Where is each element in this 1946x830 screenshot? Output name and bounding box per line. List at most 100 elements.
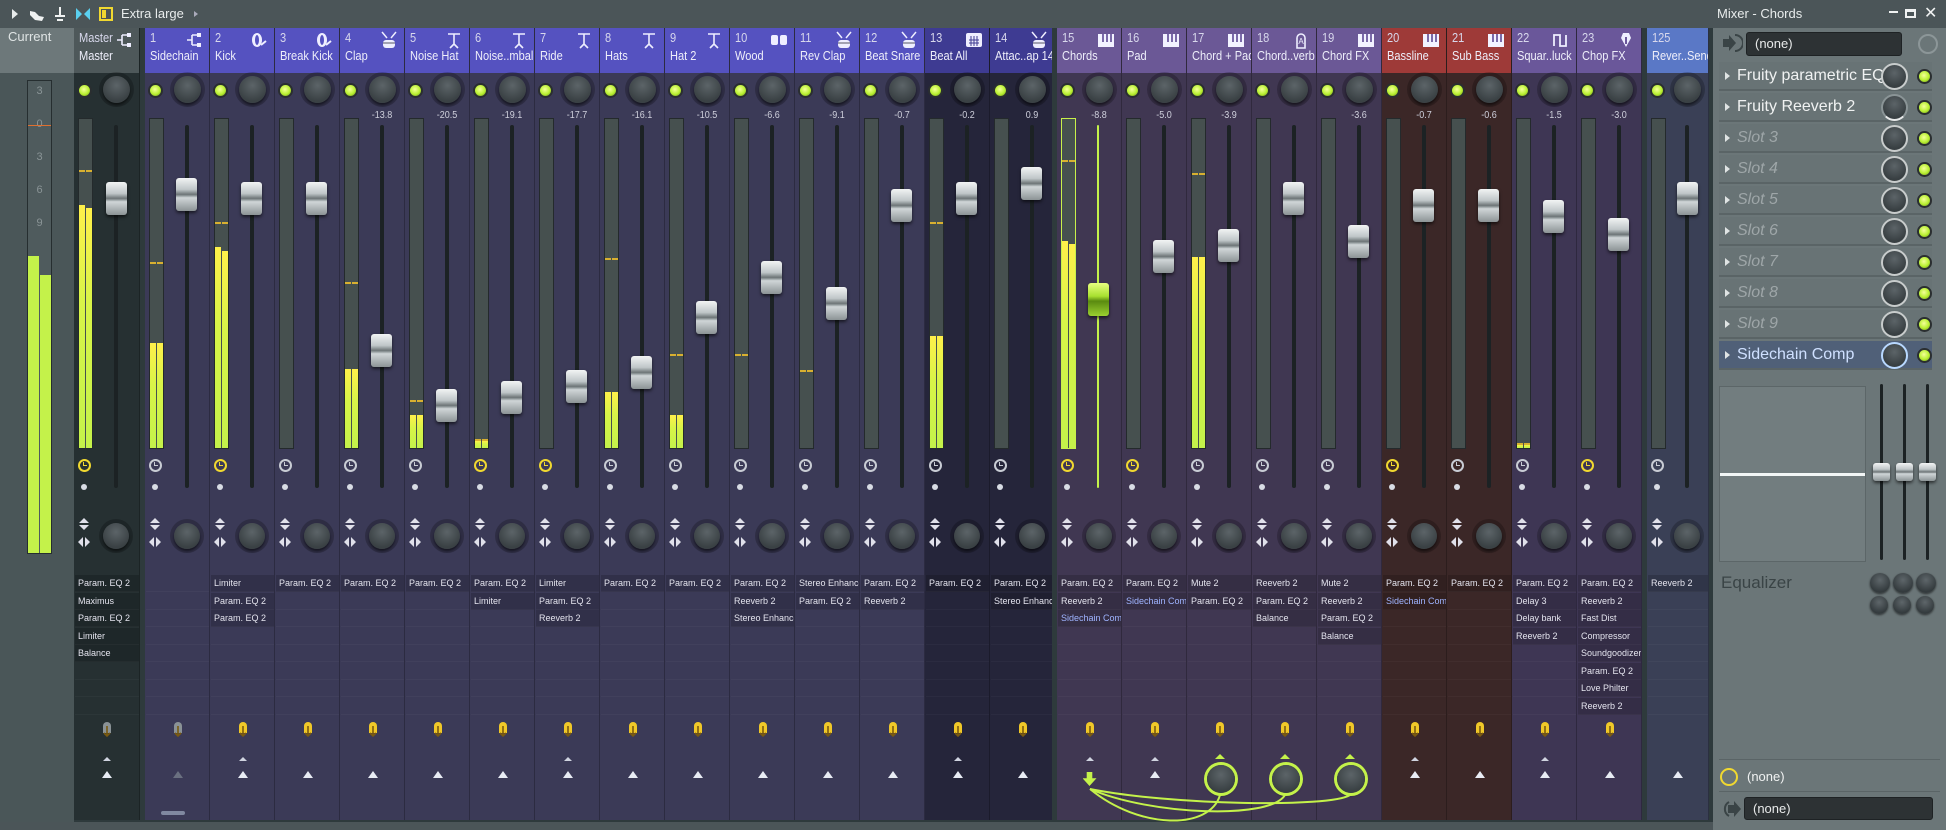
volume-fader[interactable]	[436, 388, 457, 422]
effect-slot-name[interactable]: Fruity parametric EQ 2	[1737, 67, 1898, 85]
route-arrow-small[interactable]	[1085, 757, 1094, 761]
insert-slot[interactable]: Mute 2	[1188, 575, 1251, 592]
insert-slot[interactable]	[1188, 680, 1251, 697]
mute-led[interactable]	[1322, 85, 1333, 96]
volume-fader[interactable]	[1413, 188, 1434, 222]
insert-slot[interactable]: Stereo Enhancer	[991, 592, 1054, 610]
pan-knob[interactable]	[173, 76, 201, 103]
mixer-strip[interactable]: 1 Sidechain	[145, 28, 210, 820]
insert-slot[interactable]	[1123, 698, 1186, 715]
effect-slot[interactable]: Slot 3	[1719, 124, 1932, 153]
mixer-strip[interactable]: 4 Clap -13.8 Param. EQ 2	[340, 28, 405, 820]
mute-led[interactable]	[1387, 85, 1398, 96]
volume-fader[interactable]	[956, 181, 977, 215]
route-arrow[interactable]	[1017, 771, 1028, 778]
time-clock-icon[interactable]	[864, 459, 877, 472]
stereo-dot[interactable]	[1194, 484, 1200, 490]
stereo-separation-icon[interactable]	[929, 518, 941, 550]
insert-slot[interactable]	[276, 645, 339, 662]
stereo-dot[interactable]	[997, 484, 1003, 490]
eq-band-mid-knob[interactable]	[1893, 573, 1913, 593]
effect-slot-name[interactable]: Sidechain Comp	[1737, 346, 1854, 364]
stereo-dot[interactable]	[1324, 484, 1330, 490]
insert-slot[interactable]	[926, 698, 989, 715]
audio-input-select[interactable]: (none)	[1746, 32, 1902, 56]
stereo-dot[interactable]	[412, 484, 418, 490]
effect-slot[interactable]: Slot 7	[1719, 248, 1932, 277]
stereo-separation-icon[interactable]	[344, 518, 356, 550]
insert-slot[interactable]	[276, 663, 339, 680]
stereo-separation-icon[interactable]	[474, 518, 486, 550]
insert-slot[interactable]: Param. EQ 2	[926, 575, 989, 592]
time-clock-icon[interactable]	[734, 459, 747, 472]
insert-slot[interactable]	[146, 645, 209, 662]
time-clock-icon[interactable]	[1061, 459, 1074, 472]
time-clock-icon[interactable]	[1720, 768, 1738, 786]
effect-enable-led[interactable]	[1919, 226, 1930, 237]
effect-slot-name[interactable]: Fruity Reeverb 2	[1737, 98, 1855, 116]
insert-slot[interactable]: Delay bank	[1513, 610, 1576, 627]
insert-slot[interactable]: Balance	[75, 645, 139, 662]
stereo-separation-icon[interactable]	[1516, 518, 1528, 550]
pan-knob[interactable]	[628, 76, 656, 103]
pan-knob[interactable]	[1410, 76, 1438, 103]
slot-expand-icon[interactable]	[1725, 289, 1730, 297]
fader-track[interactable]	[1291, 125, 1296, 488]
volume-fader[interactable]	[1543, 199, 1564, 233]
mute-led[interactable]	[150, 85, 161, 96]
eq-band-high-knob[interactable]	[1916, 573, 1936, 593]
insert-slot[interactable]	[1648, 610, 1708, 627]
insert-slot[interactable]: Stereo Enhancer	[796, 575, 859, 592]
insert-slot[interactable]	[1188, 610, 1251, 627]
insert-slot[interactable]	[211, 628, 274, 645]
pan-knob[interactable]	[1674, 76, 1701, 103]
mixer-strip[interactable]: Master Master Param. EQ 2 Maximus Param. EQ …	[74, 28, 140, 820]
insert-slot[interactable]: Param. EQ 2	[341, 575, 404, 592]
insert-slot[interactable]: Param. EQ 2	[1578, 575, 1641, 592]
time-clock-icon[interactable]	[149, 459, 162, 472]
insert-slot[interactable]	[1648, 628, 1708, 645]
insert-slot[interactable]	[406, 628, 469, 645]
stereo-separation-knob[interactable]	[1280, 523, 1307, 549]
stereo-separation-knob[interactable]	[1215, 523, 1242, 549]
insert-slot[interactable]	[146, 593, 209, 610]
fader-track[interactable]	[379, 125, 384, 488]
insert-slot[interactable]	[1058, 663, 1121, 680]
close-button[interactable]: ✕	[1924, 3, 1937, 23]
effect-enable-led[interactable]	[1919, 257, 1930, 268]
mute-led[interactable]	[865, 85, 876, 96]
insert-slot[interactable]	[1448, 698, 1511, 715]
stereo-separation-icon[interactable]	[409, 518, 421, 550]
stereo-separation-icon[interactable]	[1451, 518, 1463, 550]
insert-slot[interactable]: Param. EQ 2	[471, 575, 534, 592]
fader-track[interactable]	[314, 125, 319, 488]
route-arrow[interactable]	[1409, 771, 1420, 778]
mute-led[interactable]	[995, 85, 1006, 96]
insert-slot[interactable]	[1448, 628, 1511, 645]
menu-arrow-icon[interactable]	[6, 5, 24, 23]
insert-slot[interactable]	[146, 610, 209, 627]
minimize-button[interactable]	[1889, 11, 1898, 13]
send-to-selected-icon[interactable]	[431, 720, 445, 738]
insert-slot[interactable]	[1253, 698, 1316, 715]
insert-slot[interactable]	[1383, 680, 1446, 697]
route-arrow[interactable]	[367, 771, 378, 778]
mixer-strip[interactable]: 21 Sub Bass -0.6 Param. EQ 2	[1447, 28, 1512, 820]
stereo-dot[interactable]	[802, 484, 808, 490]
stereo-dot[interactable]	[607, 484, 613, 490]
route-arrow[interactable]	[952, 771, 963, 778]
effect-mix-knob[interactable]	[1881, 280, 1908, 307]
insert-slot[interactable]	[471, 610, 534, 627]
send-to-selected-icon[interactable]	[1473, 720, 1487, 738]
effect-enable-led[interactable]	[1919, 71, 1930, 82]
fader-track[interactable]	[899, 125, 904, 488]
strip-header[interactable]: 5 Noise Hat	[405, 28, 469, 73]
stereo-dot[interactable]	[1519, 484, 1525, 490]
effect-mix-knob[interactable]	[1881, 249, 1908, 276]
insert-slot[interactable]	[1648, 663, 1708, 680]
volume-fader[interactable]	[761, 261, 782, 295]
stereo-separation-icon[interactable]	[1651, 518, 1663, 550]
mute-led[interactable]	[540, 85, 551, 96]
insert-slot[interactable]	[276, 628, 339, 645]
fader-track[interactable]	[574, 125, 579, 488]
